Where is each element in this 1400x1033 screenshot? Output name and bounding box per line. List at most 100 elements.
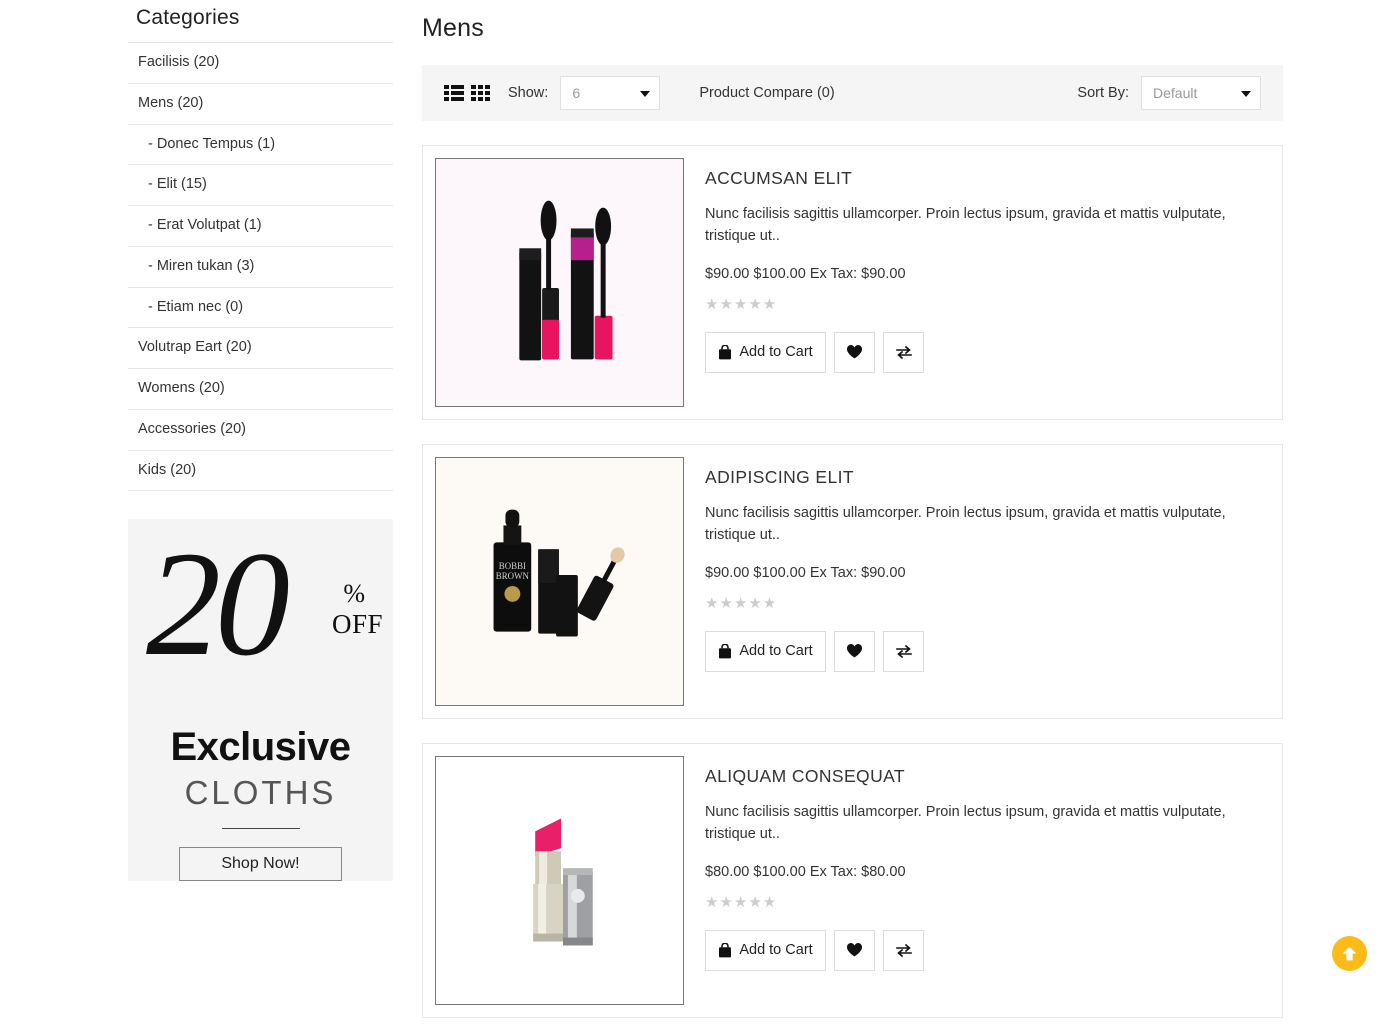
show-select-value: 6 <box>572 85 581 101</box>
wishlist-button[interactable] <box>834 630 875 672</box>
compare-button[interactable] <box>883 331 924 373</box>
wishlist-button[interactable] <box>834 331 875 373</box>
compare-button[interactable] <box>883 630 924 672</box>
compare-button[interactable] <box>883 929 924 971</box>
category-item[interactable]: - Donec Tempus (1) <box>128 125 393 166</box>
promo-discount: 20 % OFF <box>128 529 393 681</box>
product-list: ACCUMSAN ELIT Nunc facilisis sagittis ull… <box>422 145 1283 1018</box>
chevron-down-icon <box>640 91 651 97</box>
category-item[interactable]: Kids (20) <box>128 451 393 492</box>
category-list: Facilisis (20) Mens (20) - Donec Tempus (1… <box>128 42 393 492</box>
svg-text:BROWN: BROWN <box>496 571 530 581</box>
promo-banner[interactable]: 20 % OFF Exclusive CLOTHS Shop Now! <box>128 519 393 882</box>
product-price: $80.00 <box>705 863 750 880</box>
sort-by-label: Sort By: <box>1077 85 1129 101</box>
promo-off-label: OFF <box>331 609 383 640</box>
product-actions: Add to Cart <box>705 630 1270 672</box>
promo-percent: % <box>343 579 365 609</box>
sidebar: Categories Facilisis (20) Mens (20) - Done… <box>128 0 393 1033</box>
product-compare-link[interactable]: Product Compare (0) <box>699 85 834 101</box>
compare-arrows-icon <box>895 645 912 659</box>
category-item[interactable]: Volutrap Eart (20) <box>128 328 393 369</box>
product-tax: Ex Tax: $80.00 <box>809 863 906 880</box>
product-price: $90.00 <box>705 564 750 581</box>
product-tax: Ex Tax: $90.00 <box>809 265 906 282</box>
list-view-icon[interactable] <box>444 85 464 101</box>
wishlist-button[interactable] <box>834 929 875 971</box>
show-select[interactable]: 6 <box>560 76 661 110</box>
product-description: Nunc facilisis sagittis ullamcorper. Pro… <box>705 505 1226 544</box>
promo-subhead: CLOTHS <box>184 773 337 811</box>
category-item[interactable]: Facilisis (20) <box>128 43 393 84</box>
product-price-row: $90.00 $100.00 Ex Tax: $90.00 <box>705 266 1270 282</box>
product-thumbnail[interactable]: BOBBI BROWN <box>435 457 684 706</box>
compare-arrows-icon <box>895 944 912 958</box>
shopping-bag-icon <box>719 344 732 360</box>
shopping-bag-icon <box>719 942 732 958</box>
promo-headline: Exclusive <box>170 724 351 769</box>
product-title[interactable]: ACCUMSAN ELIT <box>705 168 1270 189</box>
product-card: BOBBI BROWN ADIPISCING ELIT Nunc facilisi… <box>422 444 1283 719</box>
add-to-cart-label: Add to Cart <box>739 643 813 660</box>
heart-icon <box>846 943 863 957</box>
sidebar-title: Categories <box>136 6 240 29</box>
promo-number: 20 <box>146 521 290 688</box>
heart-icon <box>846 345 863 359</box>
product-old-price: $100.00 <box>753 863 806 880</box>
category-item[interactable]: - Erat Volutpat (1) <box>128 206 393 247</box>
product-description: Nunc facilisis sagittis ullamcorper. Pro… <box>705 804 1226 843</box>
category-item[interactable]: - Miren tukan (3) <box>128 247 393 288</box>
add-to-cart-button[interactable]: Add to Cart <box>705 630 826 672</box>
compare-arrows-icon <box>895 346 912 360</box>
sort-by-value: Default <box>1153 85 1198 101</box>
add-to-cart-button[interactable]: Add to Cart <box>705 929 826 971</box>
add-to-cart-label: Add to Cart <box>739 344 813 361</box>
product-info: ACCUMSAN ELIT Nunc facilisis sagittis ull… <box>684 158 1270 407</box>
shopping-bag-icon <box>719 643 732 659</box>
add-to-cart-label: Add to Cart <box>739 942 813 959</box>
promo-divider <box>221 827 300 829</box>
category-item[interactable]: - Elit (15) <box>128 165 393 206</box>
product-thumbnail[interactable] <box>435 756 684 1005</box>
shop-now-button[interactable]: Shop Now! <box>179 846 342 882</box>
product-actions: Add to Cart <box>705 331 1270 373</box>
sort-by-group: Sort By: Default <box>1077 76 1261 110</box>
product-toolbar: Show: 6 Product Compare (0) Sort By: Def… <box>422 65 1283 121</box>
product-image-serum: BOBBI BROWN <box>436 458 683 705</box>
product-listing-page: Categories Facilisis (20) Mens (20) - Done… <box>0 0 1400 1033</box>
product-actions: Add to Cart <box>705 929 1270 971</box>
add-to-cart-button[interactable]: Add to Cart <box>705 331 826 373</box>
svg-text:BOBBI: BOBBI <box>499 561 526 571</box>
show-label: Show: <box>508 85 549 101</box>
product-price: $90.00 <box>705 265 750 282</box>
product-old-price: $100.00 <box>753 265 806 282</box>
product-tax: Ex Tax: $90.00 <box>809 564 906 581</box>
category-item[interactable]: Accessories (20) <box>128 410 393 451</box>
product-title[interactable]: ADIPISCING ELIT <box>705 467 1270 488</box>
heart-icon <box>846 644 863 658</box>
product-old-price: $100.00 <box>753 564 806 581</box>
product-price-row: $80.00 $100.00 Ex Tax: $80.00 <box>705 864 1270 880</box>
category-item[interactable]: - Etiam nec (0) <box>128 288 393 329</box>
main-content: Mens Show: 6 Product Compare (0) Sort By… <box>393 0 1400 1033</box>
page-title: Mens <box>422 14 484 42</box>
scroll-to-top-button[interactable] <box>1332 936 1367 971</box>
product-card: ACCUMSAN ELIT Nunc facilisis sagittis ull… <box>422 145 1283 420</box>
product-card: ALIQUAM CONSEQUAT Nunc facilisis sagittis… <box>422 743 1283 1018</box>
product-image-mascara <box>436 159 683 406</box>
product-image-lipstick <box>436 757 683 1004</box>
arrow-up-icon <box>1342 946 1357 961</box>
category-item[interactable]: Womens (20) <box>128 369 393 410</box>
product-info: ADIPISCING ELIT Nunc facilisis sagittis u… <box>684 457 1270 706</box>
product-thumbnail[interactable] <box>435 158 684 407</box>
view-toggle-group <box>444 85 491 101</box>
product-rating: ★★★★★ <box>705 295 778 313</box>
product-rating: ★★★★★ <box>705 893 778 911</box>
product-rating: ★★★★★ <box>705 594 778 612</box>
grid-view-icon[interactable] <box>471 85 491 101</box>
product-info: ALIQUAM CONSEQUAT Nunc facilisis sagittis… <box>684 756 1270 1005</box>
category-item[interactable]: Mens (20) <box>128 84 393 125</box>
sort-by-select[interactable]: Default <box>1141 76 1261 110</box>
product-title[interactable]: ALIQUAM CONSEQUAT <box>705 766 1270 787</box>
product-price-row: $90.00 $100.00 Ex Tax: $90.00 <box>705 565 1270 581</box>
